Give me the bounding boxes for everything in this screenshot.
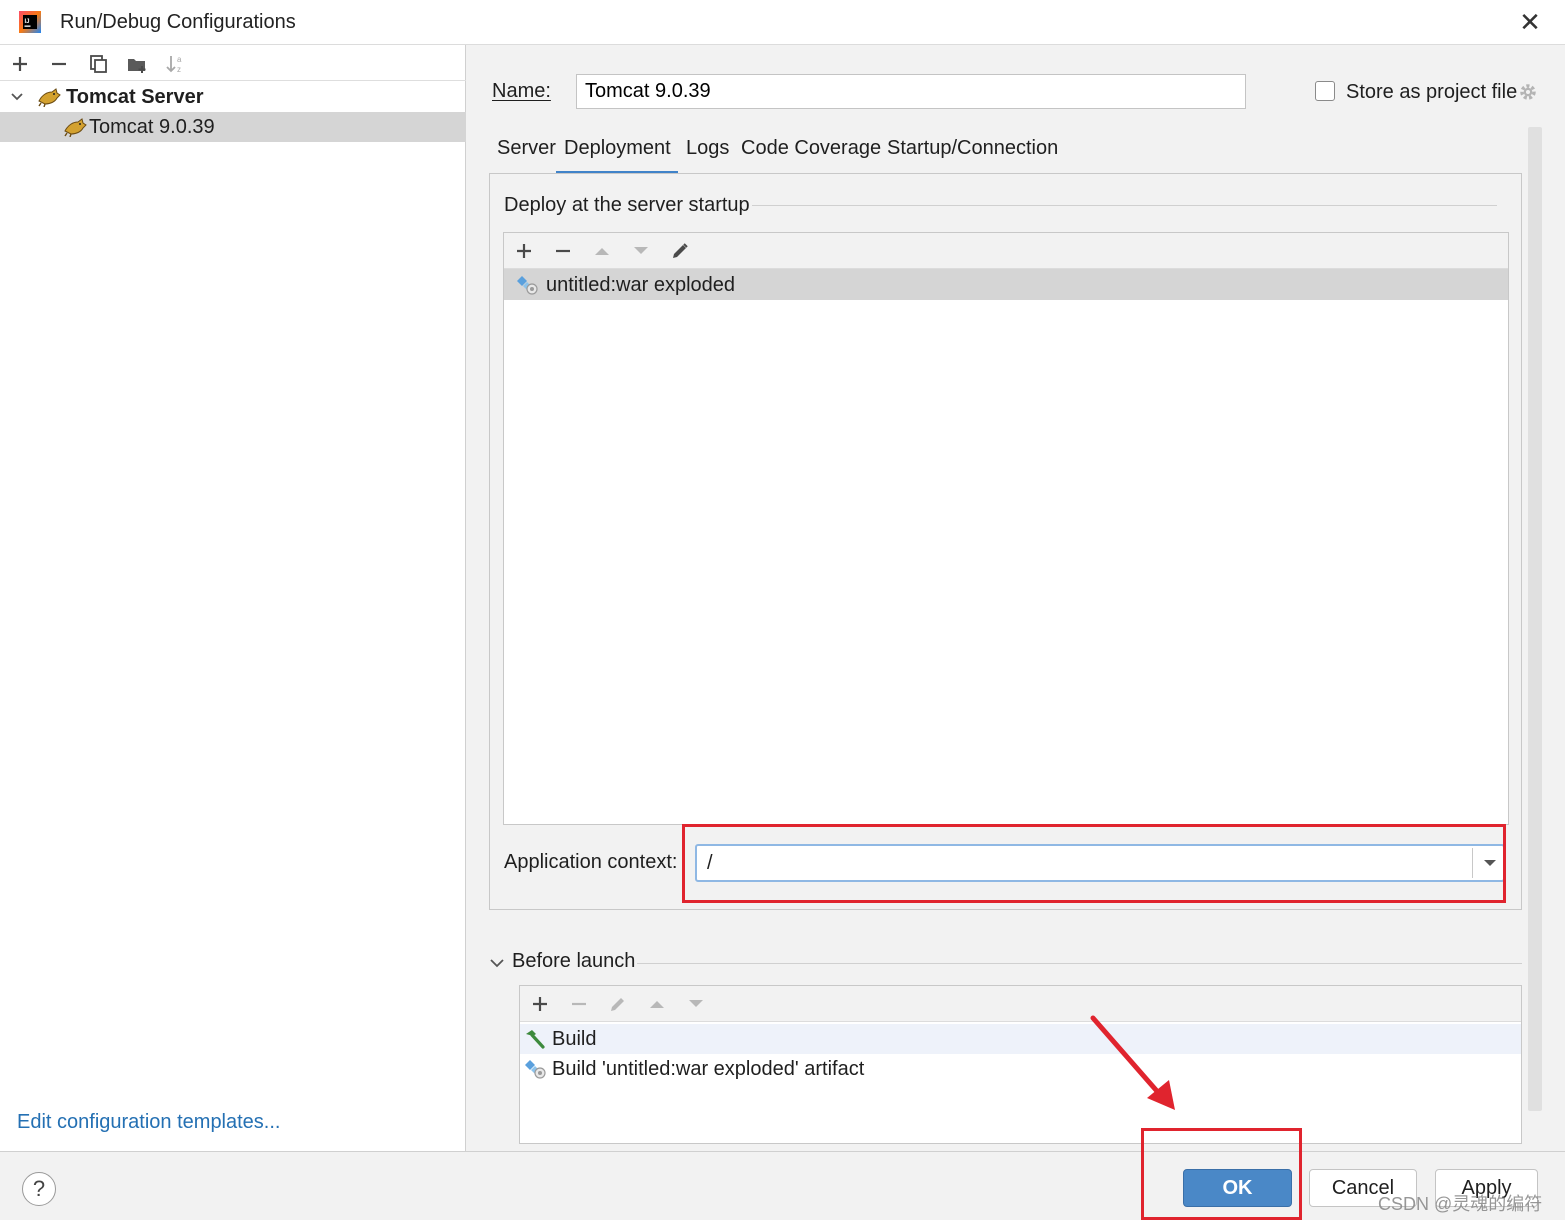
section-divider: [637, 963, 1522, 964]
add-icon[interactable]: [527, 991, 553, 1017]
edit-configuration-templates-link[interactable]: Edit configuration templates...: [17, 1111, 280, 1134]
tomcat-icon: [64, 118, 87, 137]
deployment-tab-content: Deploy at the server startup untitled:wa…: [489, 173, 1522, 910]
move-up-icon[interactable]: [644, 991, 670, 1017]
deploy-section-title: Deploy at the server startup: [504, 194, 750, 216]
tree-item-label: Tomcat 9.0.39: [89, 116, 215, 138]
dialog-button-bar: ? OK Cancel Apply: [0, 1151, 1565, 1220]
move-down-icon[interactable]: [683, 991, 709, 1017]
svg-text:IJ: IJ: [25, 19, 30, 25]
chevron-down-icon[interactable]: [489, 955, 505, 971]
application-context-label: Application context:: [504, 851, 678, 873]
deployment-artifact-list: untitled:war exploded: [503, 232, 1509, 825]
annotation-highlight-box: [1141, 1128, 1302, 1220]
annotation-arrow-icon: [1090, 1015, 1175, 1110]
list-item[interactable]: Build: [520, 1024, 1521, 1054]
new-folder-icon[interactable]: [124, 51, 150, 77]
hammer-icon: [526, 1030, 545, 1049]
before-launch-item-label: Build: [552, 1028, 597, 1050]
store-as-project-file-checkbox[interactable]: [1315, 81, 1335, 101]
store-as-project-file-label[interactable]: Store as project file: [1346, 81, 1517, 104]
list-item[interactable]: Build 'untitled:war exploded' artifact: [520, 1054, 1521, 1084]
list-item[interactable]: untitled:war exploded: [504, 269, 1508, 300]
add-icon[interactable]: [511, 238, 537, 264]
tomcat-icon: [38, 88, 61, 107]
remove-icon[interactable]: [550, 238, 576, 264]
tree-item-tomcat-config[interactable]: Tomcat 9.0.39: [0, 112, 466, 142]
intellij-app-icon: IJ: [19, 11, 41, 33]
svg-text:a: a: [177, 55, 182, 64]
name-field[interactable]: [576, 74, 1246, 109]
annotation-highlight-box: [682, 824, 1506, 903]
close-icon[interactable]: ✕: [1516, 8, 1544, 36]
edit-icon[interactable]: [667, 238, 693, 264]
tab-server[interactable]: Server: [497, 137, 556, 160]
tab-startup-connection[interactable]: Startup/Connection: [887, 137, 1058, 160]
deployment-toolbar: [504, 233, 1508, 269]
gear-icon[interactable]: [1517, 81, 1539, 103]
tree-group-label: Tomcat Server: [66, 86, 204, 108]
title-bar: IJ Run/Debug Configurations ✕: [0, 0, 1565, 45]
svg-text:z: z: [177, 65, 181, 74]
section-divider: [752, 205, 1497, 206]
add-icon[interactable]: [7, 51, 33, 77]
before-launch-toolbar: [520, 986, 1521, 1022]
remove-icon[interactable]: [566, 991, 592, 1017]
sort-icon[interactable]: az: [163, 51, 189, 77]
vertical-scrollbar[interactable]: [1528, 127, 1542, 1111]
before-launch-item-label: Build 'untitled:war exploded' artifact: [552, 1058, 865, 1080]
help-button[interactable]: ?: [22, 1172, 56, 1206]
tree-group-tomcat-server[interactable]: Tomcat Server: [0, 82, 466, 112]
configuration-tree-panel: az Tomcat Server Tomcat 9.0.39 Edit conf…: [0, 45, 466, 1151]
configuration-editor-panel: Name: Store as project file Server Deplo…: [467, 45, 1565, 1151]
tab-deployment[interactable]: Deployment: [564, 137, 671, 160]
before-launch-task-list: Build Build 'untitled:war exploded' arti…: [519, 985, 1522, 1144]
deploy-item-label: untitled:war exploded: [546, 274, 736, 296]
tab-logs[interactable]: Logs: [686, 137, 729, 160]
artifact-icon: [517, 276, 538, 295]
tree-toolbar: az: [0, 45, 466, 81]
before-launch-label[interactable]: Before launch: [512, 950, 635, 973]
artifact-icon: [525, 1060, 546, 1079]
watermark: CSDN @灵魂的编符: [1378, 1194, 1543, 1214]
copy-icon[interactable]: [85, 51, 111, 77]
chevron-down-icon[interactable]: [10, 90, 24, 104]
move-down-icon[interactable]: [628, 238, 654, 264]
edit-icon[interactable]: [605, 991, 631, 1017]
remove-icon[interactable]: [46, 51, 72, 77]
name-label: Name:: [492, 80, 551, 102]
window-title: Run/Debug Configurations: [60, 11, 296, 33]
move-up-icon[interactable]: [589, 238, 615, 264]
tab-code-coverage[interactable]: Code Coverage: [741, 137, 881, 160]
